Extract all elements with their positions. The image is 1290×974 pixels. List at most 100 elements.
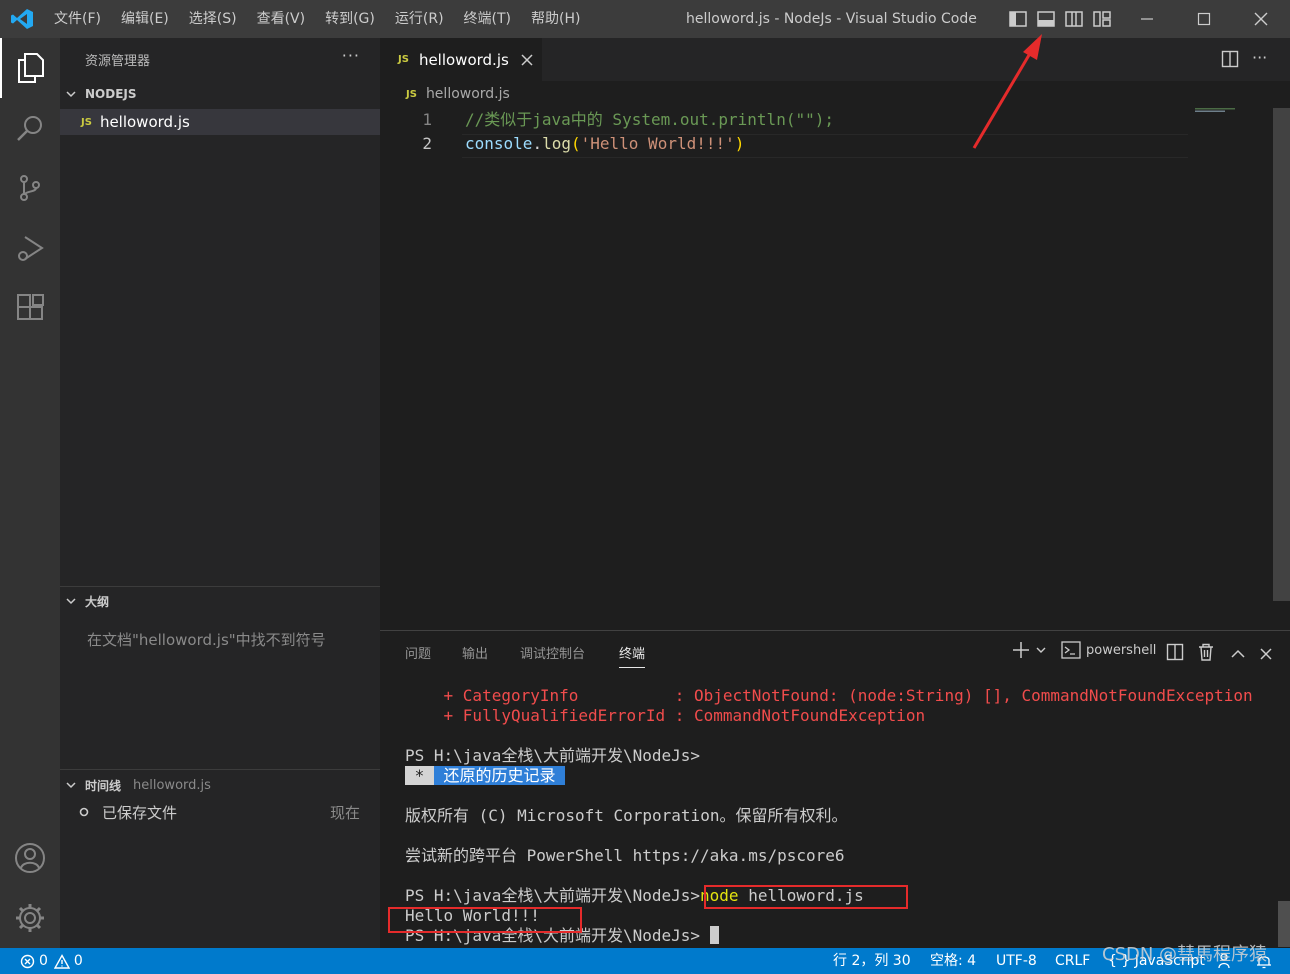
restore-label: 还原的历史记录 [433,766,566,785]
accounts-activity[interactable] [0,828,60,888]
menu-terminal[interactable]: 终端(T) [454,0,521,38]
outline-title: 大纲 [85,594,110,609]
run-debug-icon [18,236,44,261]
restored-history-line: * 还原的历史记录 [405,766,566,786]
menu-run[interactable]: 运行(R) [385,0,454,38]
restore-marker: * [405,766,434,785]
code-line[interactable]: 2 console.log('Hello World!!!') [380,132,1290,156]
extensions-icon [17,294,44,320]
run-debug-activity[interactable] [0,218,60,278]
close-icon[interactable] [1260,643,1272,665]
tab-problems[interactable]: 问题 [405,643,431,662]
breadcrumb-file[interactable]: helloword.js [426,86,510,102]
toggle-secondary-sidebar-icon[interactable] [1065,11,1083,27]
menu-selection[interactable]: 选择(S) [179,0,247,38]
line-number: 2 [422,134,432,153]
terminal-error-line: + CategoryInfo : ObjectNotFound: (node:S… [405,686,1253,705]
activity-bar [0,38,60,948]
js-file-icon: JS [406,88,417,100]
js-file-icon: JS [398,54,409,65]
divider [60,769,380,770]
warning-count: 0 [73,953,83,969]
chevron-down-icon [66,598,76,605]
editor-area: JS helloword.js ··· JS helloword.js 1 //… [380,38,1290,630]
explorer-more-actions[interactable]: ··· [342,46,360,65]
encoding[interactable]: UTF-8 [996,948,1037,974]
breadcrumb: JS helloword.js [406,86,510,102]
line-number: 1 [422,110,432,129]
folder-name: NODEJS [85,87,137,101]
trash-icon[interactable] [1198,641,1214,663]
tab-debug-console[interactable]: 调试控制台 [520,643,585,662]
code-line[interactable]: 1 //类似于java中的 System.out.println(""); [380,108,1290,132]
timeline-title: 时间线 [85,778,122,793]
source-control-activity[interactable] [0,158,60,218]
manage-activity[interactable] [0,888,60,948]
menu-view[interactable]: 查看(V) [247,0,316,38]
menu-edit[interactable]: 编辑(E) [111,0,179,38]
chevron-up-icon[interactable] [1231,643,1245,665]
tab-label: helloword.js [418,50,509,69]
timeline-entry-time: 现在 [329,803,360,822]
code-method: log [542,134,571,153]
timeline-header[interactable]: 时间线 helloword.js [60,774,380,796]
maximize-button[interactable] [1181,0,1227,38]
line-ending[interactable]: CRLF [1055,948,1090,974]
editor-more-actions[interactable]: ··· [1252,48,1267,67]
outline-empty-message: 在文档"helloword.js"中找不到符号 [87,631,326,649]
tab-terminal[interactable]: 终端 [619,643,646,668]
cursor-position[interactable]: 行 2，列 30 [833,948,911,974]
outline-header[interactable]: 大纲 [60,590,380,612]
explorer-title: 资源管理器 [85,54,151,69]
account-icon [15,843,45,873]
menu-help[interactable]: 帮助(H) [521,0,590,38]
folder-header[interactable]: NODEJS [60,83,380,105]
terminal-selector[interactable]: powershell [1061,639,1156,661]
terminal-line: 版权所有 (C) Microsoft Corporation。保留所有权利。 [405,806,848,825]
customize-layout-icon[interactable] [1093,11,1111,27]
indentation[interactable]: 空格: 4 [930,948,976,974]
code-object: console [465,134,533,153]
terminal-cursor [709,926,719,944]
menu-file[interactable]: 文件(F) [44,0,111,38]
menu-bar: 文件(F) 编辑(E) 选择(S) 查看(V) 转到(G) 运行(R) 终端(T… [44,0,590,38]
error-count: 0 [39,953,48,969]
search-activity[interactable] [0,98,60,158]
close-icon[interactable] [521,53,533,66]
terminal-error-line: + FullyQualifiedErrorId : CommandNotFoun… [405,706,926,725]
file-item-helloword[interactable]: JS helloword.js [60,109,380,135]
terminal-icon [1061,641,1081,659]
code-string: 'Hello World!!!' [580,134,735,153]
split-terminal-icon[interactable] [1166,641,1184,663]
window-title: helloword.js - NodeJs - Visual Studio Co… [686,11,977,27]
terminal-scrollbar[interactable] [1278,901,1290,947]
minimap[interactable] [1195,108,1270,112]
code-comment: //类似于java中的 System.out.println(""); [465,110,834,129]
search-icon [17,116,42,141]
title-bar: 文件(F) 编辑(E) 选择(S) 查看(V) 转到(G) 运行(R) 终端(T… [0,0,1290,38]
code-statement: console.log('Hello World!!!') [465,132,744,156]
menu-go[interactable]: 转到(G) [315,0,385,38]
new-terminal-button[interactable] [1012,639,1046,661]
source-control-icon [20,175,40,201]
split-editor-icon[interactable] [1221,50,1239,68]
file-name: helloword.js [99,113,190,131]
vscode-logo-icon [11,9,33,29]
timeline-entry[interactable]: 已保存文件 现在 [60,800,380,824]
gear-icon [16,904,44,932]
maximize-icon [1197,12,1211,26]
terminal-line: 尝试新的跨平台 PowerShell https://aka.ms/pscore… [405,846,845,865]
tab-helloword[interactable]: JS helloword.js [380,38,542,81]
explorer-activity[interactable] [0,38,60,98]
close-window-button[interactable] [1238,0,1284,38]
toggle-primary-sidebar-icon[interactable] [1009,11,1027,27]
minimize-icon [1141,18,1153,20]
extensions-activity[interactable] [0,278,60,338]
editor-scrollbar[interactable] [1273,108,1290,601]
circle-icon [79,807,89,817]
minimize-button[interactable] [1124,0,1170,38]
problems-status[interactable]: 0 0 [20,948,83,974]
toggle-panel-icon[interactable] [1037,11,1055,27]
tab-output[interactable]: 输出 [462,643,488,662]
divider [60,586,380,587]
